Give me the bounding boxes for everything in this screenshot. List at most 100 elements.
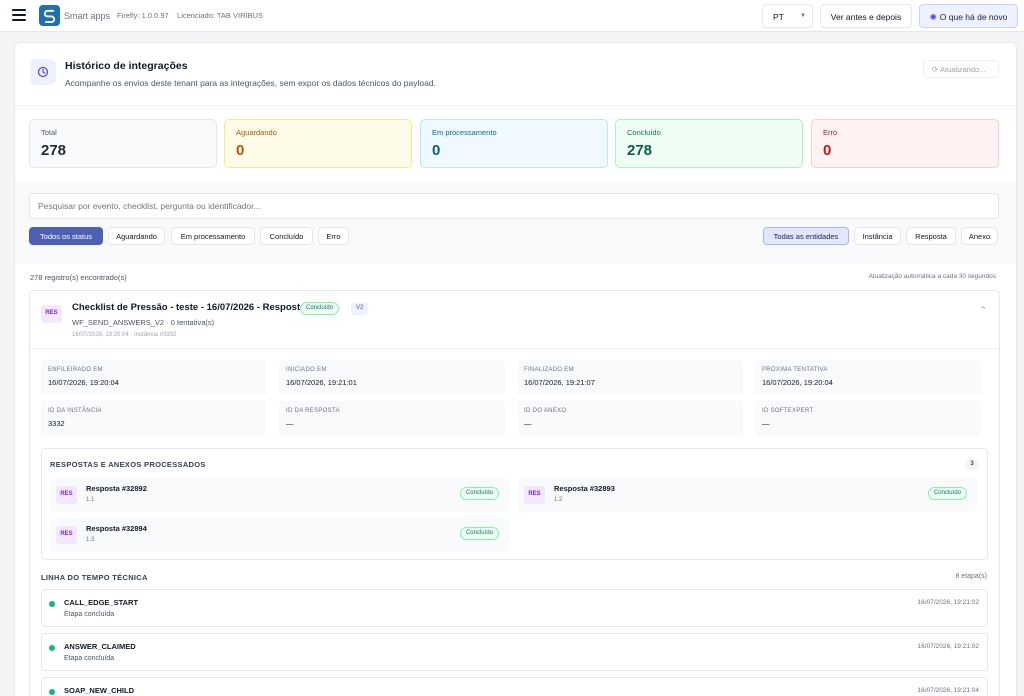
section-title: RESPOSTAS E ANEXOS PROCESSADOS [50, 460, 206, 469]
timeline-count: 8 etapa(s) [955, 573, 987, 580]
entity-badge: RES [524, 486, 545, 504]
refresh-label: Atualizando... [939, 65, 986, 74]
record-meta: 16/07/2026, 19:20:04 · Instância #3332 [72, 332, 177, 338]
filter-entity-instance[interactable]: Instância [854, 227, 901, 245]
chevron-up-icon[interactable]: ⌃ [979, 305, 987, 316]
status-badge: Concluído [459, 487, 499, 500]
field-softexpert-id: ID SOFTEXPERT — [755, 401, 981, 436]
integration-record: RES Checklist de Pressão - teste - 16/07… [29, 290, 1000, 696]
stat-processing: Em processamento 0 [420, 119, 608, 168]
brand-name: Smart apps [64, 11, 111, 21]
field-value: 16/07/2026, 19:20:04 [762, 378, 833, 387]
step-name: CALL_EDGE_START [64, 598, 139, 607]
field-key: ID SOFTEXPERT [762, 408, 814, 414]
field-value: — [524, 419, 532, 428]
record-title: Checklist de Pressão - teste - 16/07/202… [72, 302, 306, 313]
auto-refresh-note: Atualização automática a cada 30 segundo… [868, 273, 996, 280]
timeline-step: ANSWER_CLAIMED Etapa concluída 16/07/202… [41, 633, 988, 671]
top-bar: Smart apps Firefly: 1.0.0.97 Licenciado:… [0, 0, 1024, 32]
response-number: 1.2 [554, 497, 563, 503]
timeline-step: CALL_EDGE_START Etapa concluída 16/07/20… [41, 589, 988, 627]
sparkle-icon: ✺ [929, 12, 937, 22]
status-badge: Concluído [300, 302, 340, 315]
field-finished: FINALIZADO EM 16/07/2026, 19:21:07 [517, 360, 743, 395]
response-name: Resposta #32894 [86, 524, 147, 533]
filter-status-all[interactable]: Todos os status [29, 227, 103, 245]
field-value: — [286, 419, 294, 428]
success-dot-icon [49, 601, 55, 607]
stat-label: Erro [823, 128, 838, 137]
field-next-attempt: PRÓXIMA TENTATIVA 16/07/2026, 19:20:04 [755, 360, 981, 395]
stat-total: Total 278 [29, 119, 217, 168]
count-badge: 3 [965, 459, 979, 470]
field-started: INICIADO EM 16/07/2026, 19:21:01 [279, 360, 505, 395]
page-title: Histórico de integrações [65, 60, 188, 72]
version-badge: V2 [351, 302, 369, 315]
response-number: 1.1 [86, 497, 95, 503]
stat-label: Aguardando [236, 128, 277, 137]
field-response-id: ID DA RESPOSTA — [279, 401, 505, 436]
processed-items-section: RESPOSTAS E ANEXOS PROCESSADOS 3 RES Res… [41, 448, 988, 560]
response-number: 1.3 [86, 537, 95, 543]
filter-entity-all[interactable]: Todas as entidades [763, 227, 849, 245]
stat-value: 278 [41, 142, 67, 159]
response-item[interactable]: RES Resposta #32894 1.3 Concluído [50, 518, 509, 552]
record-event: WF_SEND_ANSWERS_V2 · 0 tentativa(s) [72, 318, 215, 327]
response-name: Resposta #32892 [86, 484, 147, 493]
timeline-title: LINHA DO TEMPO TÉCNICA [41, 573, 148, 582]
filter-status-waiting[interactable]: Aguardando [108, 227, 165, 245]
refresh-icon: ⟳ [932, 65, 939, 74]
language-value: PT [773, 12, 784, 22]
history-icon [30, 59, 56, 85]
stat-label: Concluído [627, 128, 661, 137]
field-key: ID DA RESPOSTA [286, 408, 340, 414]
app-version: Firefly: 1.0.0.97 [117, 11, 169, 20]
stat-completed: Concluído 278 [615, 119, 803, 168]
stat-value: 0 [236, 142, 245, 159]
stat-error: Erro 0 [811, 119, 999, 168]
filter-entity-attachment[interactable]: Anexo [961, 227, 998, 245]
status-badge: Concluído [459, 527, 499, 540]
field-key: ID DA INSTÂNCIA [48, 408, 102, 414]
field-key: PRÓXIMA TENTATIVA [762, 367, 828, 373]
stat-value: 0 [432, 142, 441, 159]
field-attachment-id: ID DO ANEXO — [517, 401, 743, 436]
filter-status-error[interactable]: Erro [318, 227, 349, 245]
field-key: INICIADO EM [286, 367, 327, 373]
entity-badge: RES [56, 486, 77, 504]
field-enqueued: ENFILEIRADO EM 16/07/2026, 19:20:04 [41, 360, 267, 395]
integration-history-panel: Histórico de integrações Acompanhe os en… [14, 42, 1017, 696]
filter-status-completed[interactable]: Concluído [260, 227, 313, 245]
before-after-button[interactable]: Ver antes e depois [820, 4, 912, 28]
field-value: 16/07/2026, 19:20:04 [48, 378, 119, 387]
language-select[interactable]: PT ▼ [762, 4, 813, 28]
whats-new-button[interactable]: ✺ O que há de novo [919, 4, 1018, 28]
filter-section: Todos os status Aguardando Em processame… [15, 181, 1016, 264]
timeline-step: SOAP_NEW_CHILD 16/07/2026, 19:21:04 [41, 677, 988, 696]
entity-badge: RES [56, 526, 77, 544]
stat-waiting: Aguardando 0 [224, 119, 412, 168]
field-key: FINALIZADO EM [524, 367, 574, 373]
status-badge: Concluído [927, 487, 967, 500]
response-item[interactable]: RES Resposta #32893 1.2 Concluído [518, 478, 977, 512]
field-value: 16/07/2026, 19:21:01 [286, 378, 357, 387]
smart-apps-logo[interactable] [39, 5, 60, 26]
step-time: 16/07/2026, 19:21:04 [917, 687, 979, 694]
search-input[interactable] [29, 193, 999, 219]
stat-value: 278 [627, 142, 653, 159]
whats-new-label: O que há de novo [939, 12, 1008, 22]
filter-entity-response[interactable]: Resposta [906, 227, 956, 245]
field-value: — [762, 419, 770, 428]
step-description: Etapa concluída [64, 611, 115, 618]
refresh-button[interactable]: ⟳ Atualizando... [923, 60, 999, 78]
page-header: Histórico de integrações Acompanhe os en… [15, 43, 1016, 106]
step-name: ANSWER_CLAIMED [64, 642, 136, 651]
record-header[interactable]: RES Checklist de Pressão - teste - 16/07… [30, 291, 999, 349]
stat-label: Em processamento [432, 128, 497, 137]
response-item[interactable]: RES Resposta #32892 1.1 Concluído [50, 478, 509, 512]
field-value: 3332 [48, 419, 65, 428]
filter-status-processing[interactable]: Em processamento [171, 227, 255, 245]
menu-icon[interactable] [12, 9, 26, 21]
success-dot-icon [49, 689, 55, 695]
step-time: 16/07/2026, 19:21:02 [917, 643, 979, 650]
